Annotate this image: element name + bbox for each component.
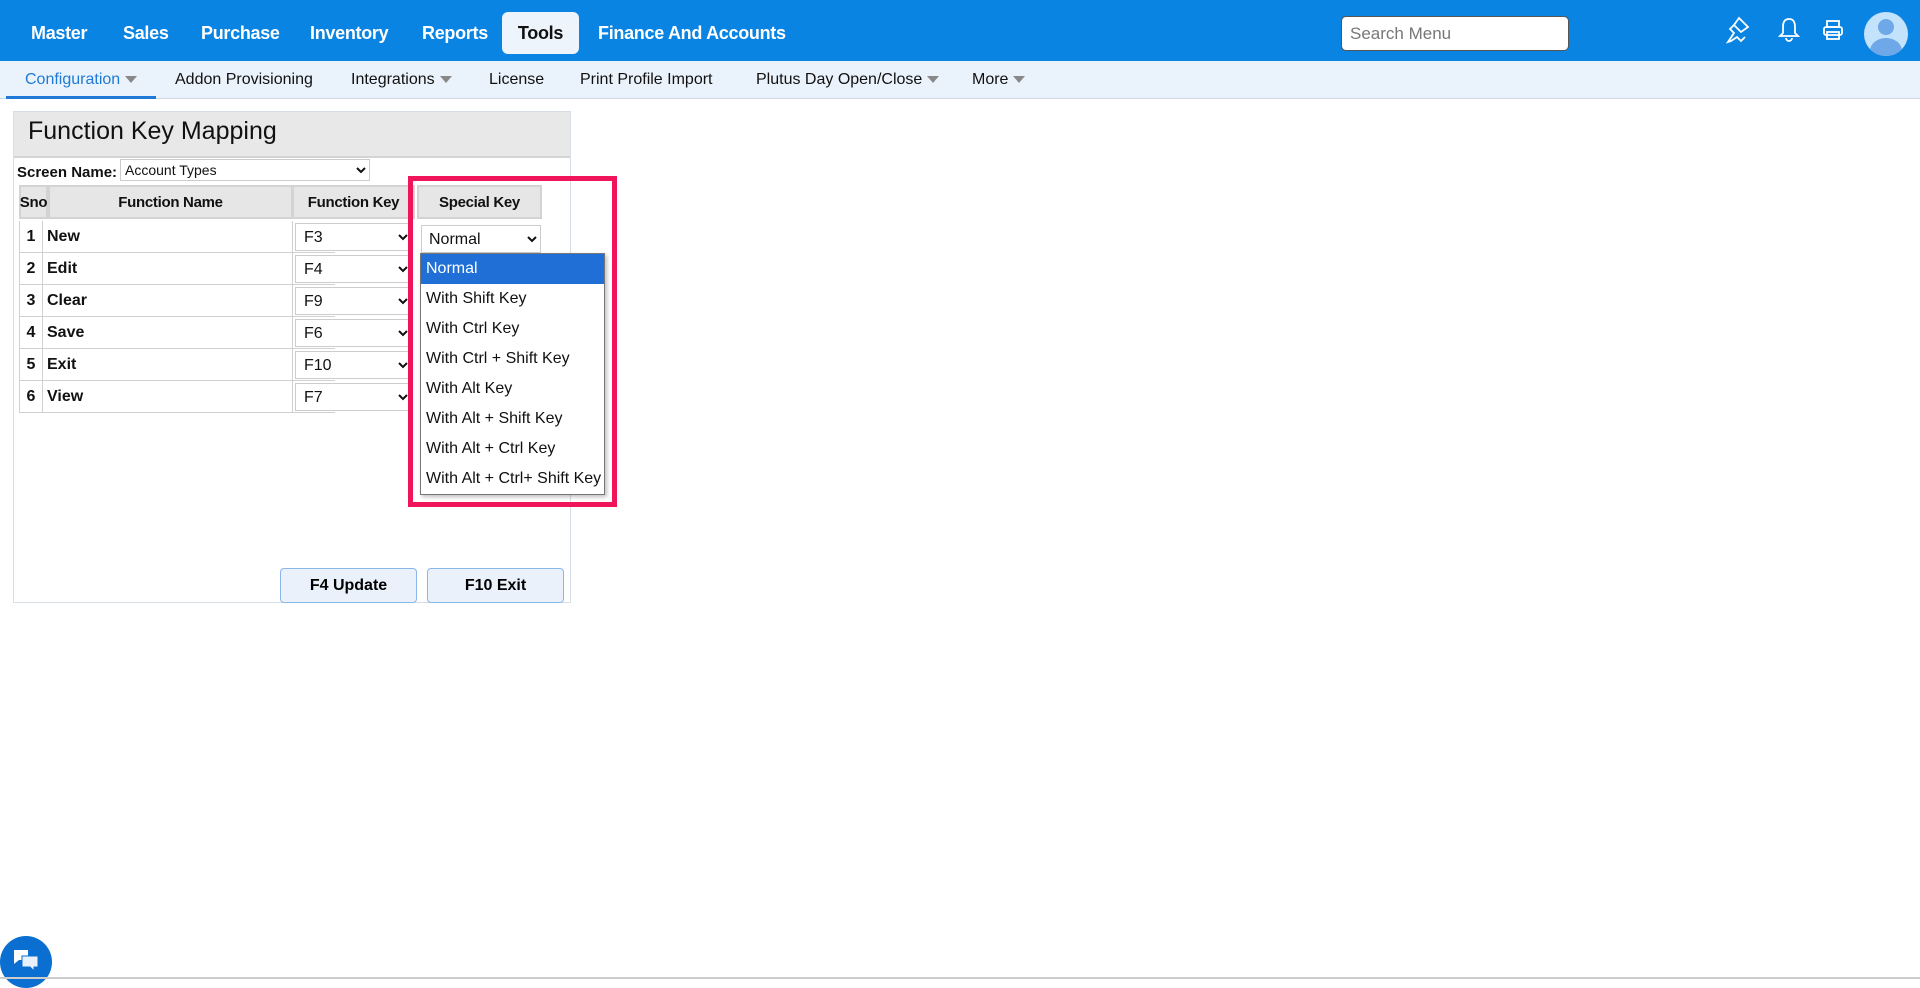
- row-function-name: New: [47, 228, 80, 245]
- subnav-label: More: [972, 71, 1009, 88]
- function-key-select[interactable]: F10: [295, 351, 412, 379]
- nav-reports[interactable]: Reports: [410, 12, 500, 54]
- row-sno: 3: [19, 285, 43, 317]
- row-sno: 1: [19, 221, 43, 253]
- panel-title: Function Key Mapping: [14, 112, 570, 158]
- subnav-integrations[interactable]: Integrations: [351, 61, 452, 99]
- table-row: 2 Edit: [19, 253, 335, 285]
- option-with-alt-ctrl-shift-key[interactable]: With Alt + Ctrl+ Shift Key: [421, 464, 604, 494]
- table-row: 4 Save: [19, 317, 335, 349]
- row-sno: 2: [19, 253, 43, 285]
- row-sno: 5: [19, 349, 43, 381]
- subnav-label: Integrations: [351, 71, 435, 88]
- column-divider: [292, 285, 293, 317]
- option-with-alt-ctrl-key[interactable]: With Alt + Ctrl Key: [421, 434, 604, 464]
- chevron-down-icon: [125, 76, 138, 84]
- option-with-alt-shift-key[interactable]: With Alt + Shift Key: [421, 404, 604, 434]
- subnav-addon-provisioning[interactable]: Addon Provisioning: [175, 61, 313, 99]
- row-function-name: Clear: [47, 292, 88, 309]
- nav-inventory[interactable]: Inventory: [298, 12, 400, 54]
- user-avatar[interactable]: [1864, 12, 1908, 56]
- screen-name-label: Screen Name:: [17, 164, 118, 181]
- function-key-select[interactable]: F4: [295, 255, 412, 283]
- chevron-down-icon: [1013, 76, 1026, 84]
- special-key-dropdown-list: Normal With Shift Key With Ctrl Key With…: [420, 253, 605, 495]
- option-with-shift-key[interactable]: With Shift Key: [421, 284, 604, 314]
- bell-icon[interactable]: [1773, 14, 1805, 46]
- table-row: 3 Clear: [19, 285, 335, 317]
- nav-tools[interactable]: Tools: [502, 12, 579, 54]
- function-key-select[interactable]: F9: [295, 287, 412, 315]
- table-row: 5 Exit: [19, 349, 335, 381]
- top-navigation-bar: Master Sales Purchase Inventory Reports …: [0, 0, 1920, 61]
- subnav-more[interactable]: More: [972, 61, 1026, 99]
- subnav-label: Plutus Day Open/Close: [756, 71, 923, 88]
- option-with-ctrl-shift-key[interactable]: With Ctrl + Shift Key: [421, 344, 604, 374]
- nav-purchase[interactable]: Purchase: [189, 12, 292, 54]
- screen-name-select[interactable]: Account Types: [120, 159, 370, 181]
- chat-button[interactable]: [0, 936, 52, 988]
- bottom-divider: [0, 977, 1920, 979]
- option-with-alt-key[interactable]: With Alt Key: [421, 374, 604, 404]
- header-function-name: Function Name: [48, 185, 293, 219]
- chevron-down-icon: [927, 76, 940, 84]
- header-sno: Sno: [19, 185, 48, 219]
- column-divider: [292, 317, 293, 349]
- column-divider: [292, 221, 293, 253]
- printer-icon[interactable]: [1817, 14, 1849, 46]
- table-row: 6 View: [19, 381, 335, 413]
- nav-master[interactable]: Master: [19, 12, 99, 54]
- subnav-label: Configuration: [25, 71, 121, 88]
- subnav-print-profile-import[interactable]: Print Profile Import: [580, 61, 712, 99]
- row-function-name: Exit: [47, 356, 77, 373]
- subnav-plutus-day-open-close[interactable]: Plutus Day Open/Close: [756, 61, 940, 99]
- function-key-select[interactable]: F6: [295, 319, 412, 347]
- sub-navigation-bar: Configuration Addon Provisioning Integra…: [0, 61, 1920, 99]
- subnav-configuration[interactable]: Configuration: [6, 61, 156, 99]
- option-normal[interactable]: Normal: [421, 254, 604, 284]
- paint-brush-icon[interactable]: [1723, 14, 1755, 46]
- column-divider: [292, 253, 293, 285]
- option-with-ctrl-key[interactable]: With Ctrl Key: [421, 314, 604, 344]
- nav-sales[interactable]: Sales: [111, 12, 181, 54]
- row-sno: 6: [19, 381, 43, 413]
- function-key-select[interactable]: F7: [295, 383, 412, 411]
- row-function-name: Edit: [47, 260, 78, 277]
- row-sno: 4: [19, 317, 43, 349]
- column-divider: [292, 349, 293, 381]
- chevron-down-icon: [439, 76, 452, 84]
- subnav-license[interactable]: License: [489, 61, 544, 99]
- table-row: 1 New: [19, 221, 335, 253]
- update-button[interactable]: F4 Update: [280, 568, 417, 603]
- nav-finance-and-accounts[interactable]: Finance And Accounts: [586, 12, 798, 54]
- chat-icon: [14, 950, 39, 972]
- column-divider: [292, 381, 293, 413]
- header-function-key: Function Key: [292, 185, 415, 219]
- exit-button[interactable]: F10 Exit: [427, 568, 564, 603]
- row-function-name: View: [47, 388, 84, 405]
- row-function-name: Save: [47, 324, 85, 341]
- search-menu-input[interactable]: [1341, 16, 1569, 51]
- function-key-select[interactable]: F3: [295, 223, 412, 251]
